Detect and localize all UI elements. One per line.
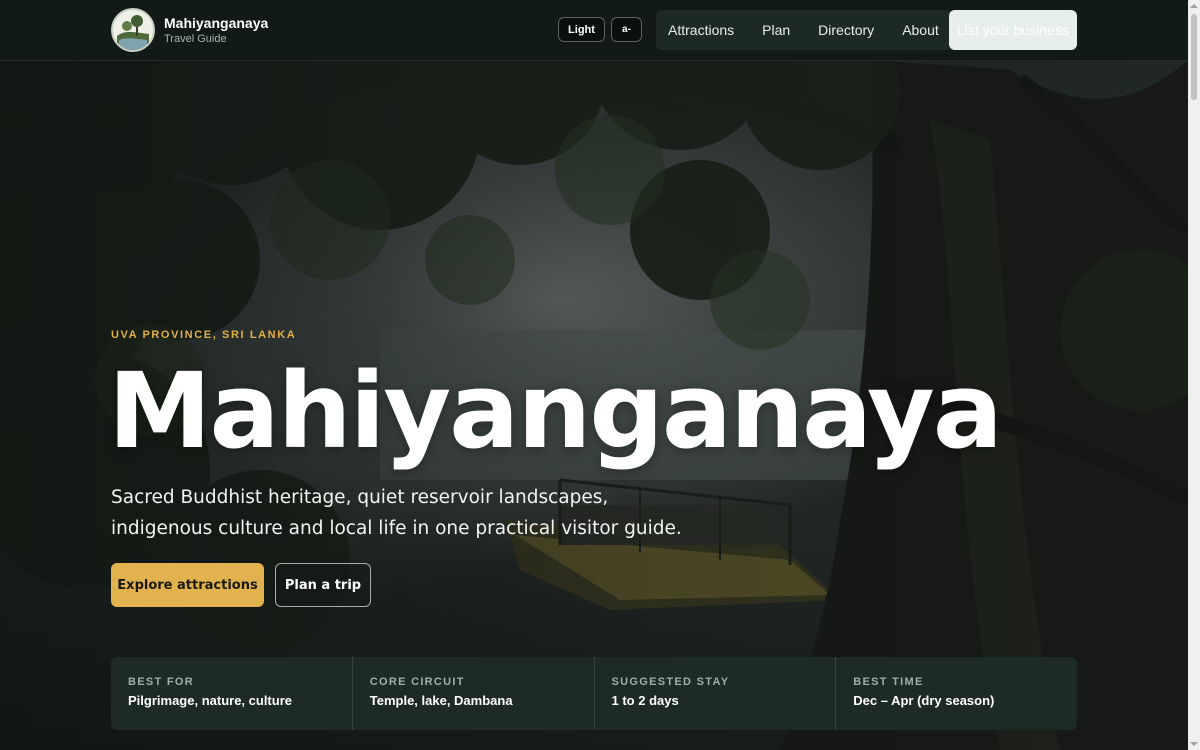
page-scrollbar[interactable] (1188, 0, 1200, 750)
list-business-button[interactable]: List your business (949, 10, 1077, 50)
fact-best-for: BEST FOR Pilgrimage, nature, culture (111, 657, 353, 730)
fact-label: BEST FOR (128, 676, 195, 688)
brand-name: Mahiyanganaya (164, 14, 269, 31)
nav-attractions[interactable]: Attractions (668, 22, 734, 38)
chevron-up-icon[interactable] (1190, 4, 1198, 8)
fact-suggested-stay: SUGGESTED STAY 1 to 2 days (595, 657, 837, 730)
font-size-button[interactable]: a- (611, 17, 642, 42)
chevron-down-icon[interactable] (1190, 742, 1198, 746)
nav-about[interactable]: About (902, 22, 939, 38)
theme-toggle-button[interactable]: Light (558, 17, 605, 42)
site-header: Mahiyanganaya Travel Guide Light a- Attr… (0, 0, 1188, 61)
explore-attractions-button[interactable]: Explore attractions (111, 563, 264, 607)
quick-facts-strip: BEST FOR Pilgrimage, nature, culture COR… (111, 657, 1077, 730)
fact-value: Pilgrimage, nature, culture (128, 693, 292, 708)
fact-label: SUGGESTED STAY (611, 676, 730, 688)
fact-core-circuit: CORE CIRCUIT Temple, lake, Dambana (353, 657, 595, 730)
nav-directory[interactable]: Directory (818, 22, 874, 38)
main-nav: Attractions Plan Directory About List yo… (656, 10, 1077, 50)
fact-value: Temple, lake, Dambana (369, 693, 513, 708)
nav-plan[interactable]: Plan (762, 22, 790, 38)
fact-value: Dec – Apr (dry season) (853, 693, 995, 708)
hero-eyebrow: UVA PROVINCE, SRI LANKA (111, 329, 297, 341)
brand-subtitle: Travel Guide (164, 32, 227, 45)
plan-trip-button[interactable]: Plan a trip (275, 563, 371, 607)
landscape-logo-icon (111, 8, 155, 52)
fact-best-time: BEST TIME Dec – Apr (dry season) (836, 657, 1077, 730)
hero-description: Sacred Buddhist heritage, quiet reservoi… (111, 487, 682, 539)
brand-home-link[interactable]: Mahiyanganaya Travel Guide (111, 8, 268, 52)
fact-label: CORE CIRCUIT (369, 676, 465, 688)
fact-label: BEST TIME (853, 676, 924, 688)
hero-title: Mahiyanganaya (108, 350, 1003, 472)
scrollbar-thumb[interactable] (1191, 14, 1197, 100)
fact-value: 1 to 2 days (611, 693, 679, 708)
